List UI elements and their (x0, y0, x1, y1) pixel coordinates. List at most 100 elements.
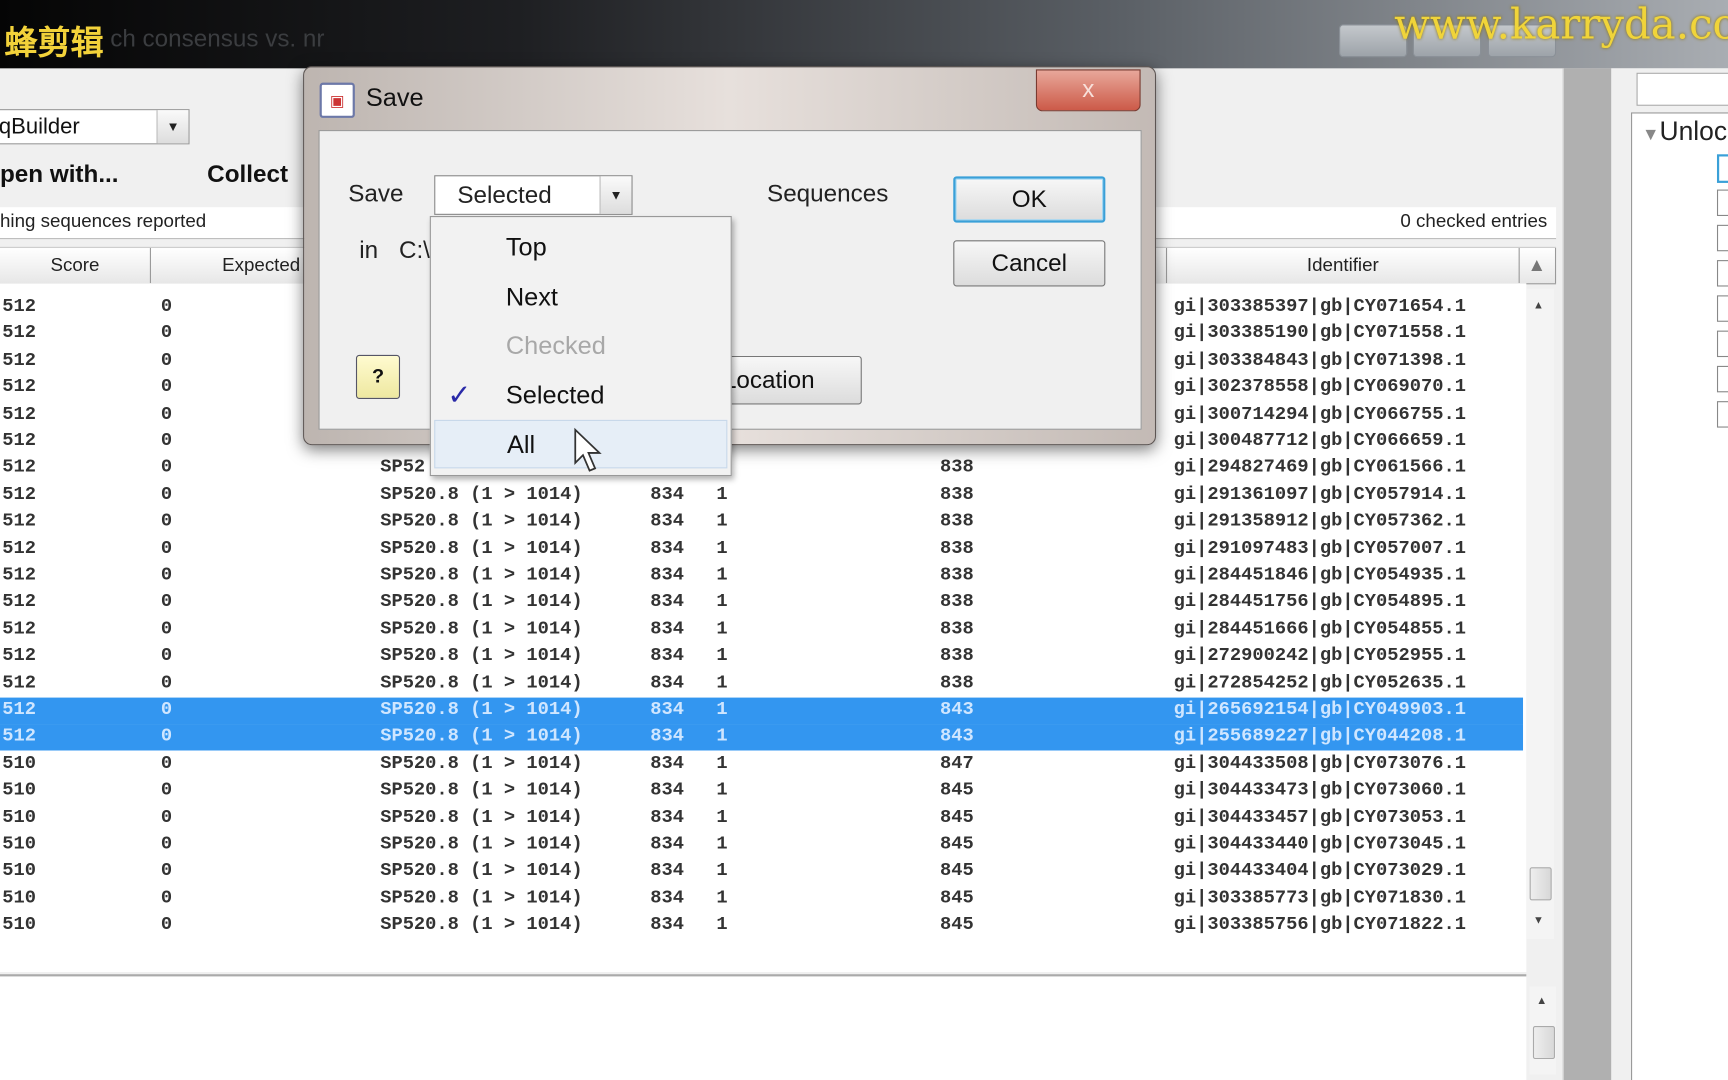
value-cell: 838 (940, 457, 974, 479)
tree-checkbox[interactable] (1716, 154, 1728, 183)
expected-cell: 0 (160, 834, 173, 856)
tree-checkbox[interactable] (1716, 189, 1728, 216)
dropdown-option-selected[interactable]: ✓ Selected (434, 371, 725, 417)
length-cell: 834 (650, 753, 684, 775)
tree-checkbox[interactable] (1716, 365, 1728, 393)
expected-cell: 0 (160, 350, 173, 372)
table-row[interactable]: 510 0 SP520.8 (1 > 1014) 834 1 845 gi|30338575… (0, 913, 1523, 939)
count-cell: 1 (716, 646, 728, 667)
length-cell: 834 (650, 834, 684, 856)
program-combo[interactable]: qBuilder ▼ (0, 109, 190, 145)
hit-cell: SP520.8 (1 > 1014) (380, 807, 583, 829)
table-row[interactable]: 512 0 SP52 838 gi|294827469|gb|CY061566.1 (0, 456, 1523, 482)
table-row[interactable]: 510 0 SP520.8 (1 > 1014) 834 1 847 gi|30443350… (0, 751, 1523, 777)
count-cell: 1 (716, 484, 728, 506)
hit-cell: SP520.8 (1 > 1014) (380, 888, 583, 909)
table-row[interactable]: 512 0 SP520.8 (1 > 1014) 834 1 838 gi|29135891… (0, 509, 1523, 535)
identifier-cell: gi|304433457|gb|CY073053.1 (1173, 807, 1466, 829)
identifier-cell: gi|302378558|gb|CY069070.1 (1173, 377, 1466, 399)
collect-button[interactable]: Collect (207, 160, 288, 189)
expected-cell: 0 (160, 511, 173, 533)
score-cell: 512 (2, 726, 36, 748)
save-scope-select[interactable]: Selected ▼ (434, 175, 633, 215)
table-row[interactable]: 512 0 SP520.8 (1 > 1014) 834 1 838 gi|27285425… (0, 671, 1523, 697)
table-row[interactable]: 512 0 SP520.8 (1 > 1014) 834 1 838 gi|28445175… (0, 590, 1523, 616)
cancel-button[interactable]: Cancel (953, 240, 1106, 287)
expected-cell: 0 (160, 726, 173, 748)
expected-cell: 0 (160, 538, 173, 560)
score-cell: 510 (2, 807, 36, 829)
length-cell: 834 (650, 511, 684, 533)
table-row[interactable]: 512 0 SP520.8 (1 > 1014) 834 1 838 gi|28445166… (0, 617, 1523, 643)
dropdown-option-label: Top (505, 232, 547, 262)
table-row[interactable]: 510 0 SP520.8 (1 > 1014) 834 1 845 gi|30338577… (0, 886, 1523, 912)
score-cell: 512 (2, 592, 36, 614)
table-row[interactable]: 512 0 SP520.8 (1 > 1014) 834 1 838 gi|29136109… (0, 482, 1523, 508)
score-cell: 510 (2, 888, 36, 909)
score-cell: 512 (2, 457, 36, 479)
close-button[interactable]: x (1035, 69, 1141, 112)
tree-checkbox[interactable] (1716, 260, 1728, 287)
header-identifier[interactable]: Identifier (1165, 247, 1520, 284)
table-row[interactable]: 512 0 SP520.8 (1 > 1014) 834 1 838 gi|29109748… (0, 536, 1523, 562)
score-cell: 510 (2, 753, 36, 775)
table-scrollbar[interactable]: ▲ ▼ (1526, 288, 1554, 939)
tree-checkbox[interactable] (1716, 401, 1728, 428)
hit-cell: SP520.8 (1 > 1014) (380, 484, 583, 506)
length-cell: 834 (650, 726, 684, 748)
tree-checkbox[interactable] (1716, 224, 1728, 252)
dropdown-option-next[interactable]: Next (434, 273, 725, 319)
help-button[interactable]: ? (355, 354, 401, 399)
sort-up-icon[interactable]: ▲ (1519, 247, 1557, 284)
checkmark-icon: ✓ (447, 377, 472, 411)
location-button[interactable]: Location (710, 355, 862, 405)
identifier-cell: gi|294827469|gb|CY061566.1 (1173, 457, 1466, 479)
identifier-cell: gi|255689227|gb|CY044208.1 (1173, 726, 1466, 748)
value-cell: 845 (940, 888, 974, 909)
dropdown-option-checked[interactable]: Checked (434, 322, 725, 368)
table-row[interactable]: 512 0 SP520.8 (1 > 1014) 834 1 843 gi|25568922… (0, 724, 1524, 751)
count-cell: 1 (716, 753, 728, 775)
value-cell: 838 (940, 646, 974, 667)
count-cell: 1 (716, 780, 728, 802)
count-cell: 1 (716, 511, 728, 533)
scroll-up-icon[interactable]: ▲ (1536, 995, 1547, 1007)
hit-cell: SP520.8 (1 > 1014) (380, 619, 583, 641)
identifier-cell: gi|303385773|gb|CY071830.1 (1173, 888, 1466, 909)
tree-node[interactable]: ▼Unloc (1642, 117, 1727, 148)
window-title: ch consensus vs. nr (110, 24, 325, 52)
right-panel-input[interactable] (1636, 72, 1728, 106)
table-row[interactable]: 510 0 SP520.8 (1 > 1014) 834 1 845 gi|30443345… (0, 805, 1523, 831)
splitter[interactable] (1562, 68, 1613, 1080)
lower-scrollbar[interactable]: ▲ (1529, 986, 1557, 1075)
expected-cell: 0 (160, 672, 173, 694)
count-cell: 1 (716, 565, 728, 587)
open-with-button[interactable]: pen with... (0, 160, 119, 189)
scroll-thumb[interactable] (1532, 1025, 1555, 1060)
checked-entries: 0 checked entries (1400, 210, 1548, 232)
length-cell: 834 (650, 699, 684, 721)
tree-checkbox[interactable] (1716, 330, 1728, 358)
watermark-left: 蜂剪辑 (4, 24, 104, 63)
status-left: hing sequences reported (0, 210, 207, 232)
scroll-down-icon[interactable]: ▼ (1533, 915, 1544, 927)
chevron-down-icon: ▼ (599, 176, 632, 214)
scroll-up-icon[interactable]: ▲ (1533, 300, 1544, 312)
save-path: C:\ (398, 235, 430, 264)
hit-cell: SP52 (380, 457, 426, 479)
ok-button[interactable]: OK (953, 176, 1106, 223)
tree-checkbox[interactable] (1716, 295, 1728, 322)
score-cell: 512 (2, 511, 36, 533)
table-row[interactable]: 512 0 SP520.8 (1 > 1014) 834 1 838 gi|28445184… (0, 563, 1523, 589)
dropdown-option-top[interactable]: Top (434, 224, 725, 270)
table-row[interactable]: 512 0 SP520.8 (1 > 1014) 834 1 843 gi|26569215… (0, 697, 1524, 725)
mouse-cursor-icon (574, 427, 602, 472)
header-score[interactable]: Score (0, 247, 151, 284)
dropdown-option-label: Next (505, 281, 558, 311)
table-row[interactable]: 510 0 SP520.8 (1 > 1014) 834 1 845 gi|30443347… (0, 778, 1523, 804)
table-row[interactable]: 510 0 SP520.8 (1 > 1014) 834 1 845 gi|30443344… (0, 832, 1523, 858)
table-row[interactable]: 510 0 SP520.8 (1 > 1014) 834 1 845 gi|30443340… (0, 859, 1523, 885)
expand-triangle-icon[interactable]: ▼ (1642, 126, 1659, 145)
table-row[interactable]: 512 0 SP520.8 (1 > 1014) 834 1 838 gi|27290024… (0, 644, 1523, 670)
scroll-thumb[interactable] (1529, 867, 1552, 901)
